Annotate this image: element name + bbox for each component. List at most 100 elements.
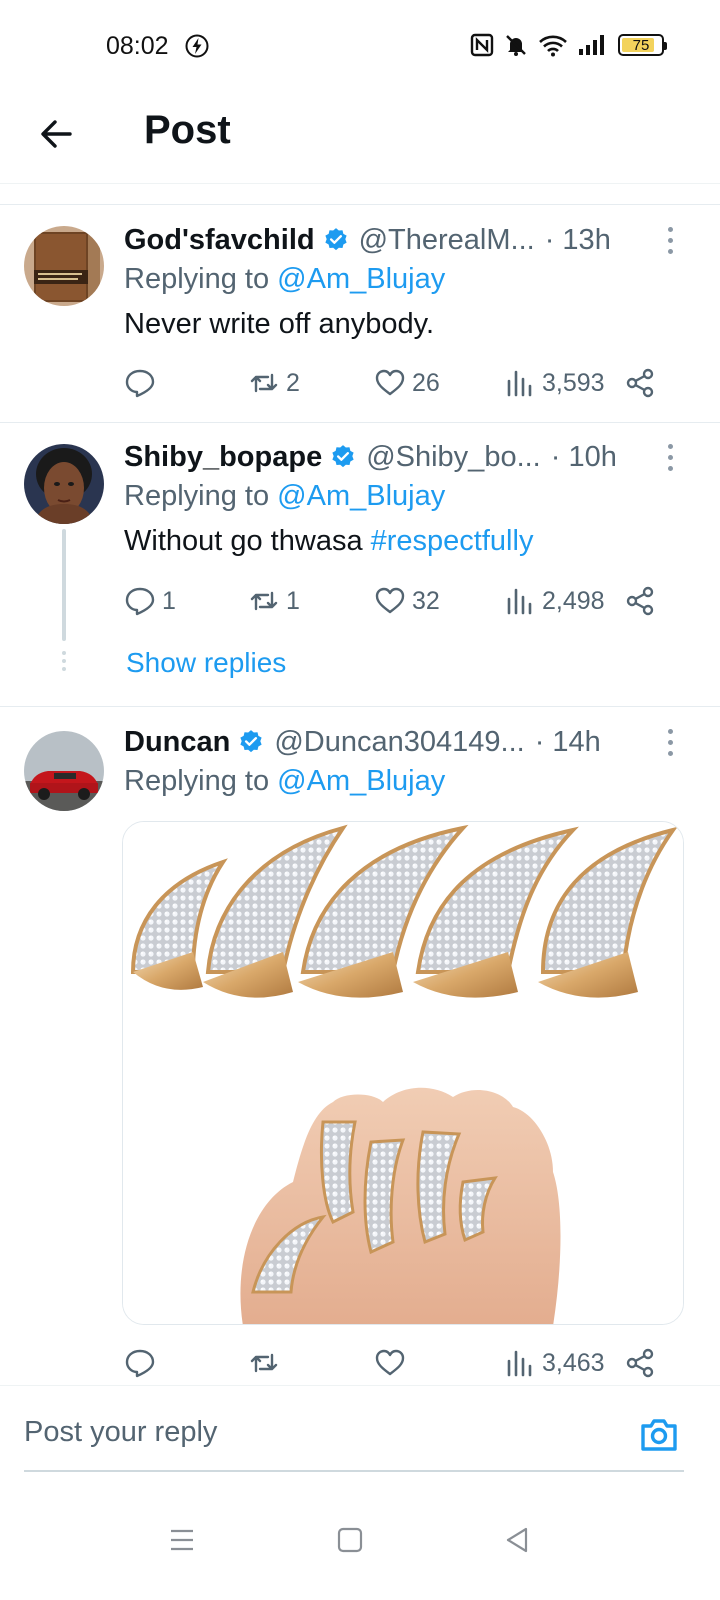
like-button[interactable]: 26 <box>374 363 440 403</box>
nfc-icon <box>470 33 494 57</box>
reply-composer <box>0 1385 720 1480</box>
camera-button[interactable] <box>638 1414 680 1456</box>
views-button[interactable]: 3,463 <box>504 1343 605 1383</box>
tweet-text-body: Without go thwasa <box>124 525 371 557</box>
like-button[interactable]: 32 <box>374 581 440 621</box>
repost-icon <box>250 591 278 611</box>
timestamp[interactable]: · 14h <box>535 726 601 759</box>
more-options-icon[interactable] <box>660 437 680 477</box>
reply-button[interactable] <box>124 1343 162 1383</box>
thread-dots <box>60 651 68 671</box>
top-app-bar: Post <box>0 90 720 184</box>
mute-icon <box>506 35 526 56</box>
mention-link[interactable]: @Am_Blujay <box>277 765 445 797</box>
more-options-icon[interactable] <box>660 220 680 260</box>
timestamp[interactable]: · 10h <box>551 441 617 474</box>
like-count: 26 <box>412 368 440 397</box>
claw-rings-photo <box>123 822 683 1324</box>
share-icon <box>626 368 654 398</box>
more-options-icon[interactable] <box>660 722 680 762</box>
handle: @Shiby_bo... <box>366 440 541 473</box>
avatar[interactable] <box>24 444 104 524</box>
tweet-text: Without go thwasa #respectfully <box>124 525 533 558</box>
views-button[interactable]: 3,593 <box>504 363 605 403</box>
view-count: 3,593 <box>542 368 605 397</box>
replying-to: Replying to @Am_Blujay <box>124 480 445 513</box>
repost-icon <box>250 373 278 393</box>
views-icon <box>507 588 532 615</box>
charging-bolt-icon <box>185 34 209 58</box>
view-count: 2,498 <box>542 586 605 615</box>
tweet-header: Shiby_bopape @Shiby_bo... · 10h <box>124 437 680 477</box>
avatar[interactable] <box>24 731 104 811</box>
repost-button[interactable]: 1 <box>248 581 300 621</box>
verified-badge-icon <box>324 228 347 251</box>
reply-icon <box>125 1349 155 1378</box>
display-name[interactable]: God'sfavchild <box>124 224 315 257</box>
handle: @Duncan304149... <box>274 725 525 758</box>
avatar-image <box>24 226 104 306</box>
home-button[interactable] <box>320 1510 380 1570</box>
back-nav-button[interactable] <box>488 1510 548 1570</box>
back-arrow-icon <box>41 120 72 148</box>
heart-icon <box>375 369 405 396</box>
mention-link[interactable]: @Am_Blujay <box>277 480 445 512</box>
timestamp[interactable]: · 13h <box>545 224 611 257</box>
repost-count: 1 <box>286 586 300 615</box>
mention-link[interactable]: @Am_Blujay <box>277 263 445 295</box>
tweet-text: Never write off anybody. <box>124 308 435 340</box>
status-icons: 75 <box>470 31 667 59</box>
reply-button[interactable] <box>124 363 162 403</box>
menu-icon <box>171 1529 193 1551</box>
verified-badge-icon <box>240 730 262 753</box>
replying-to: Replying to @Am_Blujay <box>124 765 445 798</box>
avatar-image <box>24 444 104 524</box>
views-icon <box>507 370 532 397</box>
hashtag-link[interactable]: #respectfully <box>371 525 534 557</box>
tweet-actions: 1 1 32 2,498 <box>124 581 664 621</box>
display-name[interactable]: Shiby_bopape <box>124 441 322 474</box>
reply-button[interactable]: 1 <box>124 581 176 621</box>
thread-line <box>62 529 66 641</box>
share-button[interactable] <box>624 1343 656 1383</box>
share-button[interactable] <box>624 363 656 403</box>
heart-icon <box>375 1349 405 1376</box>
camera-icon <box>641 1419 677 1451</box>
repost-button[interactable] <box>248 1343 286 1383</box>
display-name[interactable]: Duncan <box>124 726 230 759</box>
repost-button[interactable]: 2 <box>248 363 300 403</box>
verified-badge-icon <box>332 445 354 468</box>
replying-prefix: Replying to <box>124 480 270 512</box>
views-icon <box>507 1350 532 1377</box>
like-count: 32 <box>412 586 440 615</box>
replying-prefix: Replying to <box>124 263 270 295</box>
reply-tweet[interactable]: Duncan @Duncan304149... · 14h Replying t… <box>0 707 720 1385</box>
back-button[interactable] <box>32 110 80 158</box>
reply-input[interactable] <box>24 1416 584 1449</box>
replying-prefix: Replying to <box>124 765 270 797</box>
like-button[interactable] <box>374 1343 412 1383</box>
tweet-actions: 3,463 <box>124 1343 664 1383</box>
replying-to: Replying to @Am_Blujay <box>124 263 445 296</box>
reply-tweet[interactable]: God'sfavchild @TherealM... · 13h Replyin… <box>0 205 720 422</box>
status-bar: 08:02 75 <box>0 0 720 90</box>
back-triangle-icon <box>506 1527 528 1553</box>
reply-tweet[interactable]: Shiby_bopape @Shiby_bo... · 10h Replying… <box>0 423 720 706</box>
reply-icon <box>125 369 155 398</box>
share-icon <box>626 586 654 616</box>
avatar-image <box>24 731 104 811</box>
reply-count: 1 <box>162 586 176 615</box>
reply-icon <box>125 587 155 616</box>
avatar[interactable] <box>24 226 104 306</box>
menu-button[interactable] <box>152 1510 212 1570</box>
signal-icon <box>579 35 604 55</box>
repost-icon <box>250 1353 278 1373</box>
tweet-header: Duncan @Duncan304149... · 14h <box>124 722 680 762</box>
heart-icon <box>375 587 405 614</box>
views-button[interactable]: 2,498 <box>504 581 605 621</box>
share-button[interactable] <box>624 581 656 621</box>
share-icon <box>626 1348 654 1378</box>
view-count: 3,463 <box>542 1348 605 1377</box>
show-replies-link[interactable]: Show replies <box>126 647 286 679</box>
tweet-media-image[interactable] <box>122 821 684 1325</box>
